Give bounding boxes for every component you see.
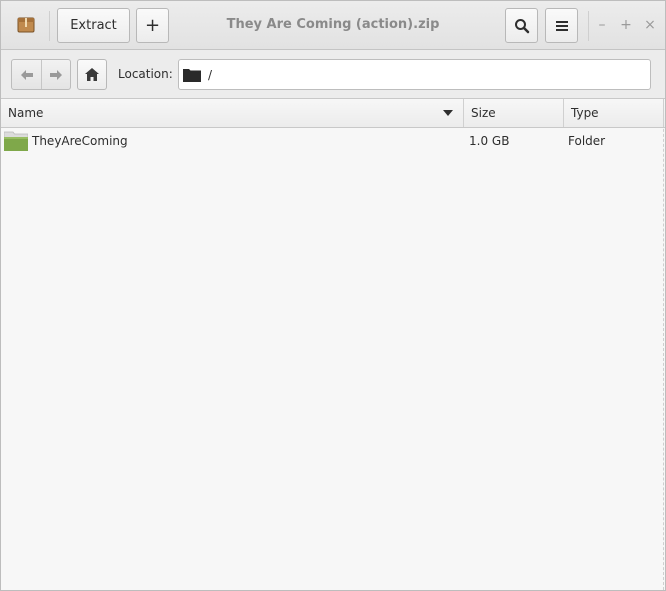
file-list[interactable]: TheyAreComing 1.0 GB Folder [1, 128, 665, 590]
menu-button[interactable] [545, 8, 578, 43]
header-separator [588, 11, 589, 41]
close-button[interactable]: × [643, 17, 657, 33]
file-name: TheyAreComing [32, 134, 128, 148]
hamburger-menu-icon [555, 20, 568, 31]
back-button[interactable] [12, 60, 41, 89]
home-icon [85, 68, 99, 81]
add-files-button[interactable]: + [136, 8, 169, 43]
location-path: / [208, 67, 213, 82]
file-name-cell: TheyAreComing [1, 131, 464, 151]
table-row[interactable]: TheyAreComing 1.0 GB Folder [1, 128, 665, 154]
header-bar: Extract + They Are Coming (action).zip –… [1, 1, 665, 50]
column-header-type[interactable]: Type [564, 99, 664, 127]
archive-manager-window: Extract + They Are Coming (action).zip –… [0, 0, 666, 591]
file-size: 1.0 GB [469, 134, 510, 148]
folder-icon [183, 68, 201, 82]
extract-button[interactable]: Extract [57, 8, 130, 43]
column-header-size[interactable]: Size [464, 99, 564, 127]
arrow-left-icon [20, 69, 33, 80]
home-button[interactable] [77, 59, 107, 90]
column-header-label: Size [471, 106, 496, 120]
search-button[interactable] [505, 8, 538, 43]
column-header-label: Name [8, 106, 44, 120]
location-entry[interactable]: / [178, 59, 651, 90]
list-right-edge [663, 99, 665, 590]
column-header-name[interactable]: Name [1, 99, 464, 127]
file-type: Folder [568, 134, 606, 148]
forward-button[interactable] [41, 60, 70, 89]
location-bar: Location: / [1, 50, 665, 99]
sort-descending-icon [443, 110, 453, 116]
search-icon [514, 18, 529, 33]
minimize-button[interactable]: – [595, 17, 609, 33]
folder-green-icon [4, 131, 28, 151]
navigation-button-group [11, 59, 71, 90]
column-header-row: Name Size Type [1, 99, 665, 128]
arrow-right-icon [50, 69, 62, 80]
archive-icon [17, 17, 35, 33]
window-title: They Are Coming (action).zip [226, 17, 440, 32]
location-label: Location: [118, 67, 173, 81]
header-separator [49, 11, 50, 41]
column-header-label: Type [571, 106, 599, 120]
maximize-button[interactable]: + [619, 17, 633, 33]
